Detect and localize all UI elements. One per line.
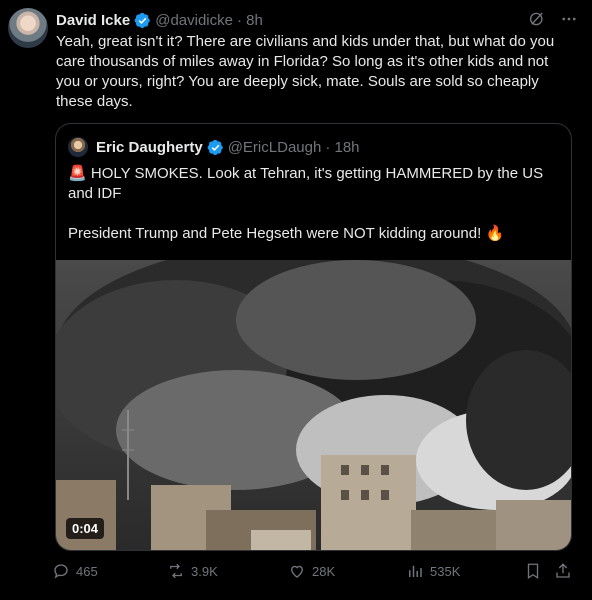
bookmark-button[interactable]: [524, 562, 542, 580]
quoted-tweet-time: · 18h: [325, 138, 360, 156]
quoted-paragraph-2: President Trump and Pete Hegseth were NO…: [68, 224, 558, 244]
quoted-paragraph-1: 🚨 HOLY SMOKES. Look at Tehran, it's gett…: [68, 164, 558, 204]
share-button[interactable]: [554, 562, 572, 580]
quoted-header: Eric Daugherty @EricLDaugh · 18h: [96, 136, 360, 158]
action-bar: 465 3.9K 28K 535K: [52, 562, 580, 584]
tweet-header: David Icke @davidicke · 8h: [56, 10, 263, 30]
grok-icon[interactable]: [528, 10, 546, 28]
fire-emoji: 🔥: [485, 225, 505, 242]
repost-icon: [170, 563, 182, 579]
video-player[interactable]: 0:04: [56, 260, 571, 550]
quoted-author-avatar[interactable]: [68, 137, 88, 157]
reply-count: 465: [76, 563, 98, 579]
like-button[interactable]: 28K: [288, 562, 335, 580]
bookmark-icon: [527, 563, 539, 580]
quoted-tweet[interactable]: Eric Daugherty @EricLDaugh · 18h 🚨 HOLY …: [55, 123, 572, 551]
like-icon: [291, 565, 303, 578]
author-avatar[interactable]: [8, 8, 48, 48]
tweet[interactable]: David Icke @davidicke · 8h Yeah, great i…: [0, 0, 592, 600]
repost-button[interactable]: 3.9K: [167, 562, 218, 580]
repost-count: 3.9K: [191, 563, 218, 579]
reply-button[interactable]: 465: [52, 562, 98, 580]
alert-emoji: 🚨: [68, 165, 87, 182]
quoted-line-1: HOLY SMOKES. Look at Tehran, it's gettin…: [68, 165, 544, 202]
author-name[interactable]: David Icke: [56, 12, 130, 29]
share-icon: [556, 563, 570, 578]
views-icon: [409, 565, 422, 577]
quoted-text: 🚨 HOLY SMOKES. Look at Tehran, it's gett…: [68, 164, 558, 244]
smoke-cityscape-image: [56, 260, 571, 550]
quoted-line-2: President Trump and Pete Hegseth were NO…: [68, 225, 482, 242]
quoted-author-name[interactable]: Eric Daugherty: [96, 139, 203, 156]
reply-icon: [54, 564, 68, 579]
tweet-text: Yeah, great isn't it? There are civilian…: [56, 33, 555, 110]
like-count: 28K: [312, 563, 336, 579]
views-button[interactable]: 535K: [406, 562, 460, 580]
quoted-author-handle: @EricLDaugh: [227, 138, 322, 156]
tweet-time[interactable]: · 8h: [237, 12, 263, 29]
author-handle[interactable]: @davidicke: [155, 12, 233, 29]
top-actions: [528, 10, 578, 28]
verified-badge-icon: [207, 139, 223, 155]
video-duration: 0:04: [66, 518, 105, 539]
verified-badge-icon: [134, 12, 150, 28]
more-icon[interactable]: [560, 10, 578, 28]
view-count: 535K: [430, 563, 461, 579]
